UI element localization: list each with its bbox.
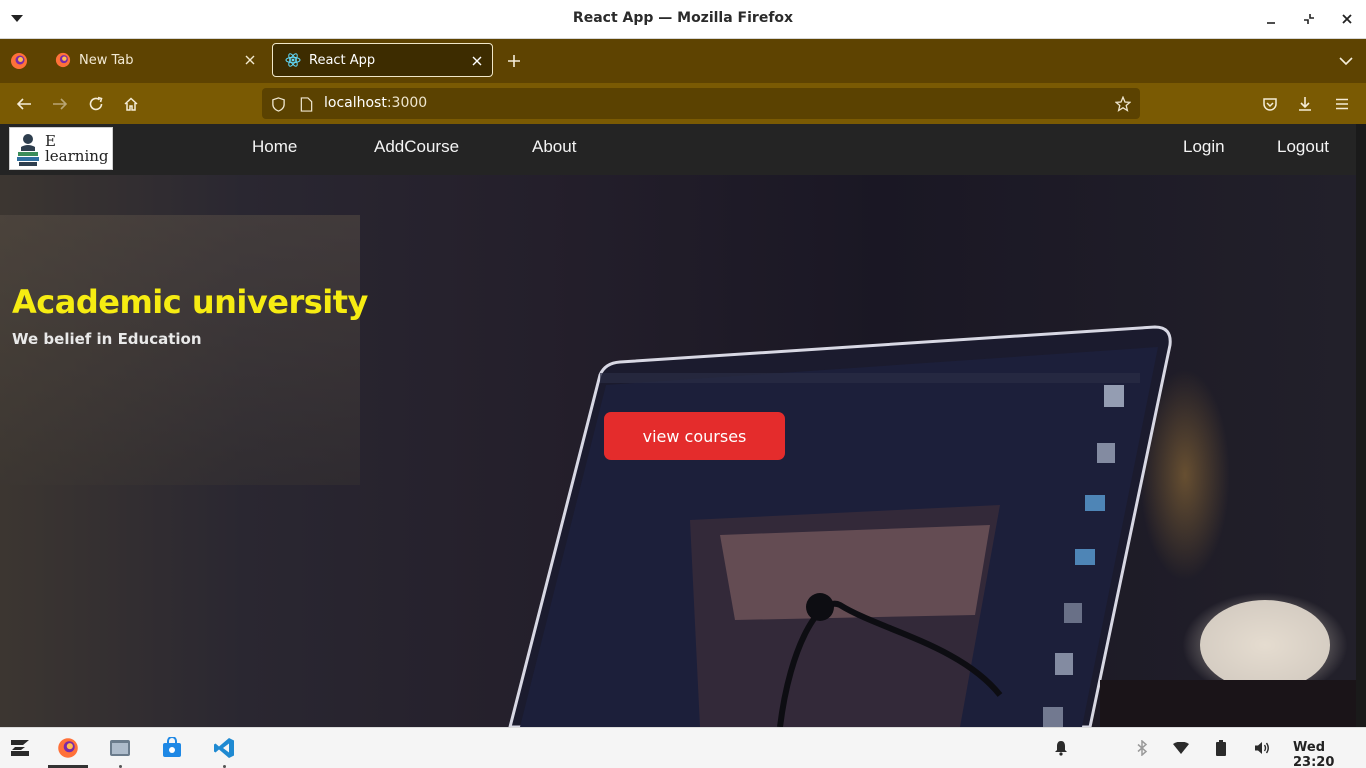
reload-icon — [89, 96, 103, 111]
close-window-button[interactable] — [1337, 9, 1357, 29]
os-taskbar: Wed 23:20 — [0, 727, 1366, 768]
site-navbar: E learning Home AddCourse About Login Lo… — [0, 124, 1356, 175]
nav-link-logout[interactable]: Logout — [1277, 137, 1329, 157]
book-stack-icon — [17, 133, 39, 166]
arrow-right-icon — [53, 98, 68, 110]
app-launcher-button[interactable] — [8, 736, 32, 760]
shopping-bag-icon — [163, 737, 181, 757]
nav-link-about[interactable]: About — [532, 137, 576, 157]
notifications-bell-icon[interactable] — [1053, 740, 1069, 756]
tab-react-app[interactable]: React App — [272, 43, 493, 77]
plus-icon — [508, 55, 520, 67]
nav-link-home[interactable]: Home — [252, 137, 297, 157]
restore-icon — [1304, 14, 1314, 24]
view-courses-button[interactable]: view courses — [604, 412, 785, 460]
page-scrollbar[interactable] — [1356, 124, 1366, 727]
navigation-toolbar: localhost:3000 — [0, 83, 1366, 124]
firefox-view-button[interactable] — [7, 50, 31, 72]
arrow-left-icon — [16, 98, 31, 110]
site-logo[interactable]: E learning — [9, 127, 113, 170]
zorin-logo-icon — [11, 740, 29, 756]
taskbar-software-store[interactable] — [160, 736, 184, 760]
download-icon — [1299, 97, 1311, 111]
firefox-icon — [11, 53, 27, 69]
close-icon — [1342, 14, 1352, 24]
list-all-tabs-button[interactable] — [1337, 53, 1355, 69]
minimize-button[interactable] — [1261, 9, 1281, 29]
tab-label: New Tab — [79, 52, 134, 68]
tab-strip: New Tab React App — [0, 39, 1366, 83]
page-info-icon[interactable] — [298, 96, 314, 112]
close-tab-icon[interactable] — [470, 54, 484, 68]
reload-button[interactable] — [85, 93, 107, 115]
react-icon — [285, 52, 301, 68]
folder-icon — [110, 740, 130, 756]
forward-button[interactable] — [49, 93, 71, 115]
tab-new-tab[interactable]: New Tab — [43, 43, 265, 77]
nav-link-login[interactable]: Login — [1183, 137, 1225, 157]
url-text[interactable]: localhost:3000 — [324, 95, 427, 111]
url-bar[interactable]: localhost:3000 — [262, 88, 1140, 119]
minimize-icon — [1267, 22, 1275, 24]
pocket-button[interactable] — [1259, 93, 1281, 115]
downloads-button[interactable] — [1294, 93, 1316, 115]
bookmark-star-icon[interactable] — [1115, 96, 1131, 112]
chevron-down-icon — [1339, 57, 1353, 66]
battery-icon[interactable] — [1213, 740, 1229, 756]
new-tab-button[interactable] — [505, 52, 523, 70]
wifi-icon[interactable] — [1173, 740, 1189, 756]
back-button[interactable] — [13, 93, 35, 115]
window-titlebar: React App — Mozilla Firefox — [0, 0, 1366, 39]
hero-subtitle: We belief in Education — [12, 330, 202, 348]
home-button[interactable] — [120, 93, 142, 115]
firefox-icon — [58, 738, 78, 758]
taskbar-clock[interactable]: Wed 23:20 — [1293, 740, 1366, 768]
hero-banner: Academic university We belief in Educati… — [0, 175, 1356, 727]
app-menu-button[interactable] — [1331, 93, 1353, 115]
tab-label: React App — [309, 52, 376, 68]
hero-title: Academic university — [12, 283, 368, 321]
restore-button[interactable] — [1299, 9, 1319, 29]
nav-link-addcourse[interactable]: AddCourse — [374, 137, 459, 157]
volume-icon[interactable] — [1254, 740, 1270, 756]
page-viewport: E learning Home AddCourse About Login Lo… — [0, 124, 1366, 727]
tracking-protection-shield-icon[interactable] — [270, 96, 286, 112]
window-title: React App — Mozilla Firefox — [572, 10, 794, 26]
pocket-icon — [1263, 98, 1277, 111]
home-icon — [124, 97, 138, 111]
close-tab-icon[interactable] — [243, 53, 257, 67]
taskbar-firefox[interactable] — [56, 736, 80, 760]
vscode-icon — [214, 738, 234, 758]
taskbar-files[interactable] — [108, 736, 132, 760]
taskbar-vscode[interactable] — [212, 736, 236, 760]
bluetooth-icon[interactable] — [1134, 740, 1150, 756]
logo-text: E learning — [45, 131, 109, 165]
hamburger-menu-icon — [1336, 98, 1348, 110]
firefox-icon — [55, 52, 71, 68]
